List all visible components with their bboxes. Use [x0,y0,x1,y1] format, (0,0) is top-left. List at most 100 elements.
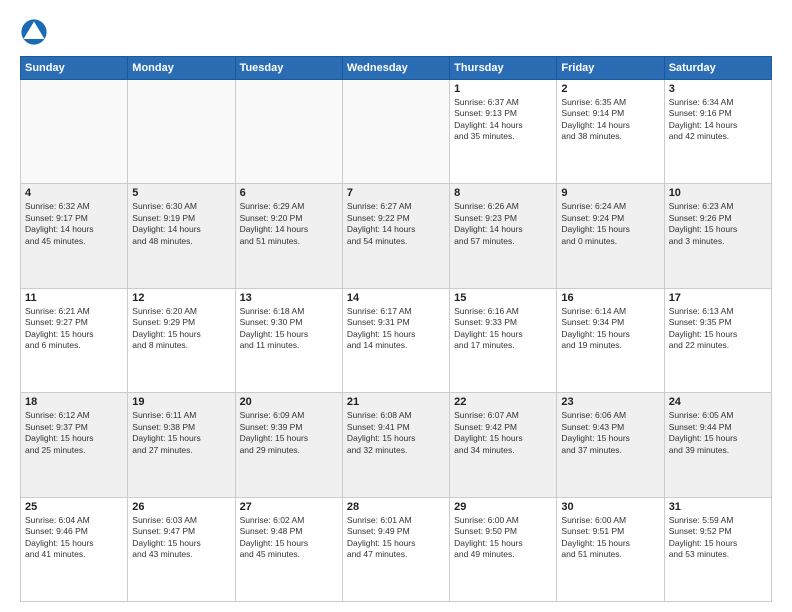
day-number: 16 [561,292,659,304]
calendar-cell: 10 Sunrise: 6:23 AM Sunset: 9:26 PM Dayli… [664,184,771,288]
day-number: 6 [240,187,338,199]
day-info: Sunrise: 6:18 AM Sunset: 9:30 PM Dayligh… [240,306,338,352]
calendar-cell: 16 Sunrise: 6:14 AM Sunset: 9:34 PM Dayli… [557,288,664,392]
calendar-cell: 6 Sunrise: 6:29 AM Sunset: 9:20 PM Daylig… [235,184,342,288]
day-number: 27 [240,501,338,513]
day-number: 3 [669,83,767,95]
day-number: 22 [454,396,552,408]
calendar-cell: 31Sunrise: 5:59 AM Sunset: 9:52 PM Dayli… [664,497,771,601]
calendar-cell [342,80,449,184]
calendar-cell: 29 Sunrise: 6:00 AM Sunset: 9:50 PM Dayli… [450,497,557,601]
day-number: 26 [132,501,230,513]
calendar-cell: 23 Sunrise: 6:06 AM Sunset: 9:43 PM Dayli… [557,393,664,497]
day-info: Sunrise: 6:02 AM Sunset: 9:48 PM Dayligh… [240,515,338,561]
day-info: Sunrise: 6:24 AM Sunset: 9:24 PM Dayligh… [561,201,659,247]
day-number: 12 [132,292,230,304]
day-info: Sunrise: 6:35 AM Sunset: 9:14 PM Dayligh… [561,97,659,143]
day-info: Sunrise: 6:12 AM Sunset: 9:37 PM Dayligh… [25,410,123,456]
calendar-header-friday: Friday [557,57,664,80]
calendar-cell: 26 Sunrise: 6:03 AM Sunset: 9:47 PM Dayli… [128,497,235,601]
day-number: 7 [347,187,445,199]
day-info: Sunrise: 6:27 AM Sunset: 9:22 PM Dayligh… [347,201,445,247]
calendar-cell: 4 Sunrise: 6:32 AM Sunset: 9:17 PM Daylig… [21,184,128,288]
day-info: Sunrise: 6:03 AM Sunset: 9:47 PM Dayligh… [132,515,230,561]
day-number: 28 [347,501,445,513]
day-number: 29 [454,501,552,513]
day-info: Sunrise: 6:32 AM Sunset: 9:17 PM Dayligh… [25,201,123,247]
day-number: 19 [132,396,230,408]
day-info: Sunrise: 6:21 AM Sunset: 9:27 PM Dayligh… [25,306,123,352]
day-info: Sunrise: 6:13 AM Sunset: 9:35 PM Dayligh… [669,306,767,352]
day-info: Sunrise: 6:04 AM Sunset: 9:46 PM Dayligh… [25,515,123,561]
calendar-cell: 12 Sunrise: 6:20 AM Sunset: 9:29 PM Dayli… [128,288,235,392]
calendar-week-2: 11 Sunrise: 6:21 AM Sunset: 9:27 PM Dayli… [21,288,772,392]
day-info: Sunrise: 6:09 AM Sunset: 9:39 PM Dayligh… [240,410,338,456]
day-info: Sunrise: 6:34 AM Sunset: 9:16 PM Dayligh… [669,97,767,143]
header [20,18,772,46]
day-number: 23 [561,396,659,408]
calendar-header-wednesday: Wednesday [342,57,449,80]
calendar-header-saturday: Saturday [664,57,771,80]
calendar-cell: 2 Sunrise: 6:35 AM Sunset: 9:14 PM Daylig… [557,80,664,184]
calendar-cell [235,80,342,184]
calendar-header-sunday: Sunday [21,57,128,80]
calendar-cell: 8 Sunrise: 6:26 AM Sunset: 9:23 PM Daylig… [450,184,557,288]
day-number: 14 [347,292,445,304]
calendar-header-row: SundayMondayTuesdayWednesdayThursdayFrid… [21,57,772,80]
calendar-header-tuesday: Tuesday [235,57,342,80]
calendar-cell: 20 Sunrise: 6:09 AM Sunset: 9:39 PM Dayli… [235,393,342,497]
day-info: Sunrise: 6:08 AM Sunset: 9:41 PM Dayligh… [347,410,445,456]
day-info: Sunrise: 6:16 AM Sunset: 9:33 PM Dayligh… [454,306,552,352]
calendar-cell: 13 Sunrise: 6:18 AM Sunset: 9:30 PM Dayli… [235,288,342,392]
calendar-week-1: 4 Sunrise: 6:32 AM Sunset: 9:17 PM Daylig… [21,184,772,288]
day-info: Sunrise: 6:23 AM Sunset: 9:26 PM Dayligh… [669,201,767,247]
day-number: 8 [454,187,552,199]
calendar-cell: 19Sunrise: 6:11 AM Sunset: 9:38 PM Dayli… [128,393,235,497]
day-info: Sunrise: 6:17 AM Sunset: 9:31 PM Dayligh… [347,306,445,352]
day-info: Sunrise: 6:26 AM Sunset: 9:23 PM Dayligh… [454,201,552,247]
day-info: Sunrise: 6:00 AM Sunset: 9:50 PM Dayligh… [454,515,552,561]
day-info: Sunrise: 6:05 AM Sunset: 9:44 PM Dayligh… [669,410,767,456]
day-number: 13 [240,292,338,304]
calendar-header-monday: Monday [128,57,235,80]
calendar-cell [128,80,235,184]
calendar-week-3: 18 Sunrise: 6:12 AM Sunset: 9:37 PM Dayli… [21,393,772,497]
day-number: 11 [25,292,123,304]
calendar-cell: 14 Sunrise: 6:17 AM Sunset: 9:31 PM Dayli… [342,288,449,392]
day-info: Sunrise: 6:29 AM Sunset: 9:20 PM Dayligh… [240,201,338,247]
day-number: 30 [561,501,659,513]
day-info: Sunrise: 6:37 AM Sunset: 9:13 PM Dayligh… [454,97,552,143]
day-info: Sunrise: 6:20 AM Sunset: 9:29 PM Dayligh… [132,306,230,352]
calendar-cell: 18 Sunrise: 6:12 AM Sunset: 9:37 PM Dayli… [21,393,128,497]
calendar-cell: 28Sunrise: 6:01 AM Sunset: 9:49 PM Dayli… [342,497,449,601]
calendar: SundayMondayTuesdayWednesdayThursdayFrid… [20,56,772,602]
day-number: 2 [561,83,659,95]
calendar-cell: 27 Sunrise: 6:02 AM Sunset: 9:48 PM Dayli… [235,497,342,601]
day-number: 10 [669,187,767,199]
calendar-cell: 11 Sunrise: 6:21 AM Sunset: 9:27 PM Dayli… [21,288,128,392]
logo [20,18,52,46]
calendar-cell: 22 Sunrise: 6:07 AM Sunset: 9:42 PM Dayli… [450,393,557,497]
calendar-cell: 7 Sunrise: 6:27 AM Sunset: 9:22 PM Daylig… [342,184,449,288]
day-number: 20 [240,396,338,408]
calendar-cell: 21Sunrise: 6:08 AM Sunset: 9:41 PM Dayli… [342,393,449,497]
day-number: 9 [561,187,659,199]
logo-icon [20,18,48,46]
day-number: 15 [454,292,552,304]
calendar-cell [21,80,128,184]
day-number: 5 [132,187,230,199]
day-number: 4 [25,187,123,199]
calendar-cell: 25 Sunrise: 6:04 AM Sunset: 9:46 PM Dayli… [21,497,128,601]
calendar-cell: 5 Sunrise: 6:30 AM Sunset: 9:19 PM Daylig… [128,184,235,288]
day-info: Sunrise: 6:14 AM Sunset: 9:34 PM Dayligh… [561,306,659,352]
day-info: Sunrise: 6:30 AM Sunset: 9:19 PM Dayligh… [132,201,230,247]
day-number: 18 [25,396,123,408]
calendar-cell: 30 Sunrise: 6:00 AM Sunset: 9:51 PM Dayli… [557,497,664,601]
day-number: 25 [25,501,123,513]
calendar-cell: 15 Sunrise: 6:16 AM Sunset: 9:33 PM Dayli… [450,288,557,392]
day-info: Sunrise: 6:06 AM Sunset: 9:43 PM Dayligh… [561,410,659,456]
day-info: Sunrise: 5:59 AM Sunset: 9:52 PM Dayligh… [669,515,767,561]
day-info: Sunrise: 6:07 AM Sunset: 9:42 PM Dayligh… [454,410,552,456]
day-info: Sunrise: 6:00 AM Sunset: 9:51 PM Dayligh… [561,515,659,561]
calendar-cell: 3 Sunrise: 6:34 AM Sunset: 9:16 PM Daylig… [664,80,771,184]
